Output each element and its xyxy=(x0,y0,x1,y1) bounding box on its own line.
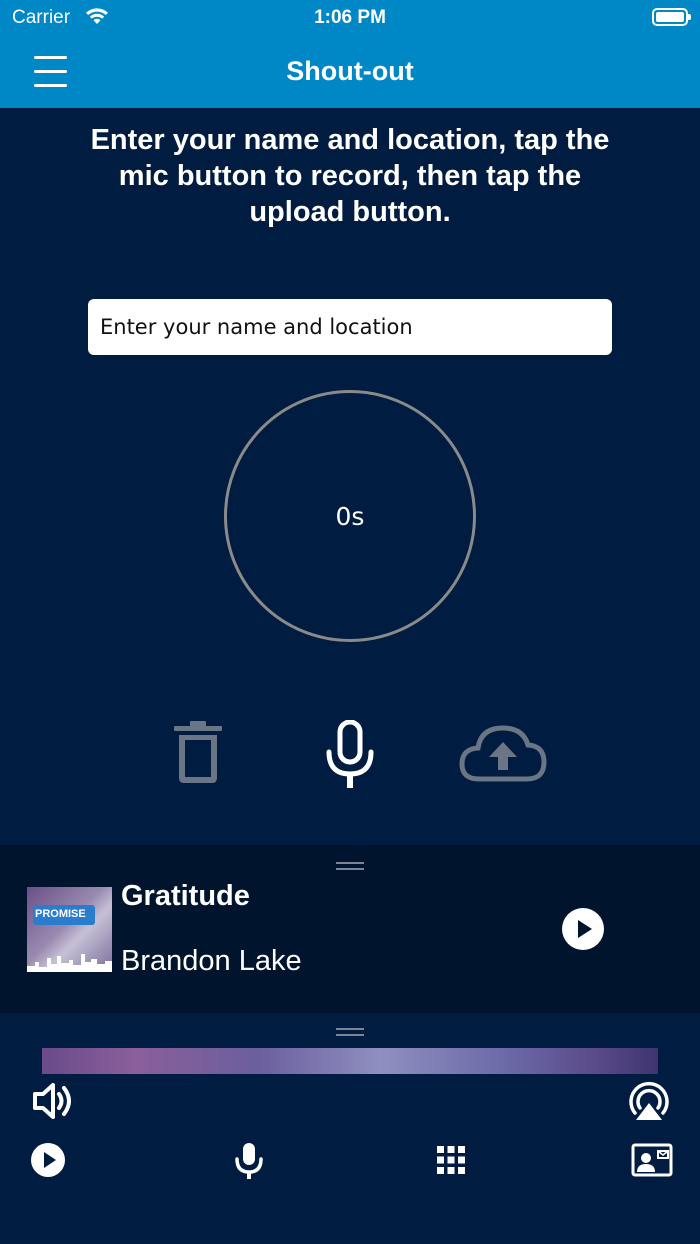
nav-bar: Shout-out xyxy=(0,36,700,108)
name-location-input[interactable] xyxy=(88,299,612,355)
play-button[interactable] xyxy=(562,908,604,950)
song-title: Gratitude xyxy=(121,880,250,912)
grid-icon[interactable] xyxy=(436,1145,466,1180)
cloud-upload-icon[interactable] xyxy=(459,724,547,787)
airplay-icon[interactable] xyxy=(627,1079,671,1128)
station-banner-image xyxy=(42,1048,658,1074)
drag-handle[interactable] xyxy=(336,862,364,870)
clock: 1:06 PM xyxy=(314,7,386,28)
drag-handle[interactable] xyxy=(336,1028,364,1036)
recording-duration: 0s xyxy=(335,502,365,531)
page-title: Shout-out xyxy=(286,56,414,86)
contact-card-icon[interactable] xyxy=(631,1143,673,1182)
play-icon[interactable] xyxy=(30,1142,66,1183)
status-bar: Carrier 1:06 PM xyxy=(0,0,700,36)
station-logo-text: PROMISE xyxy=(35,908,86,920)
skyline-graphic xyxy=(27,954,112,972)
microphone-record-button[interactable] xyxy=(324,719,376,795)
instructions-text: Enter your name and location, tap the mi… xyxy=(90,124,610,228)
battery-icon xyxy=(652,8,691,26)
song-artist: Brandon Lake xyxy=(121,945,302,977)
speaker-icon[interactable] xyxy=(32,1081,74,1126)
microphone-icon[interactable] xyxy=(234,1141,264,1184)
trash-icon[interactable] xyxy=(172,720,224,791)
album-art: PROMISE xyxy=(27,887,112,972)
